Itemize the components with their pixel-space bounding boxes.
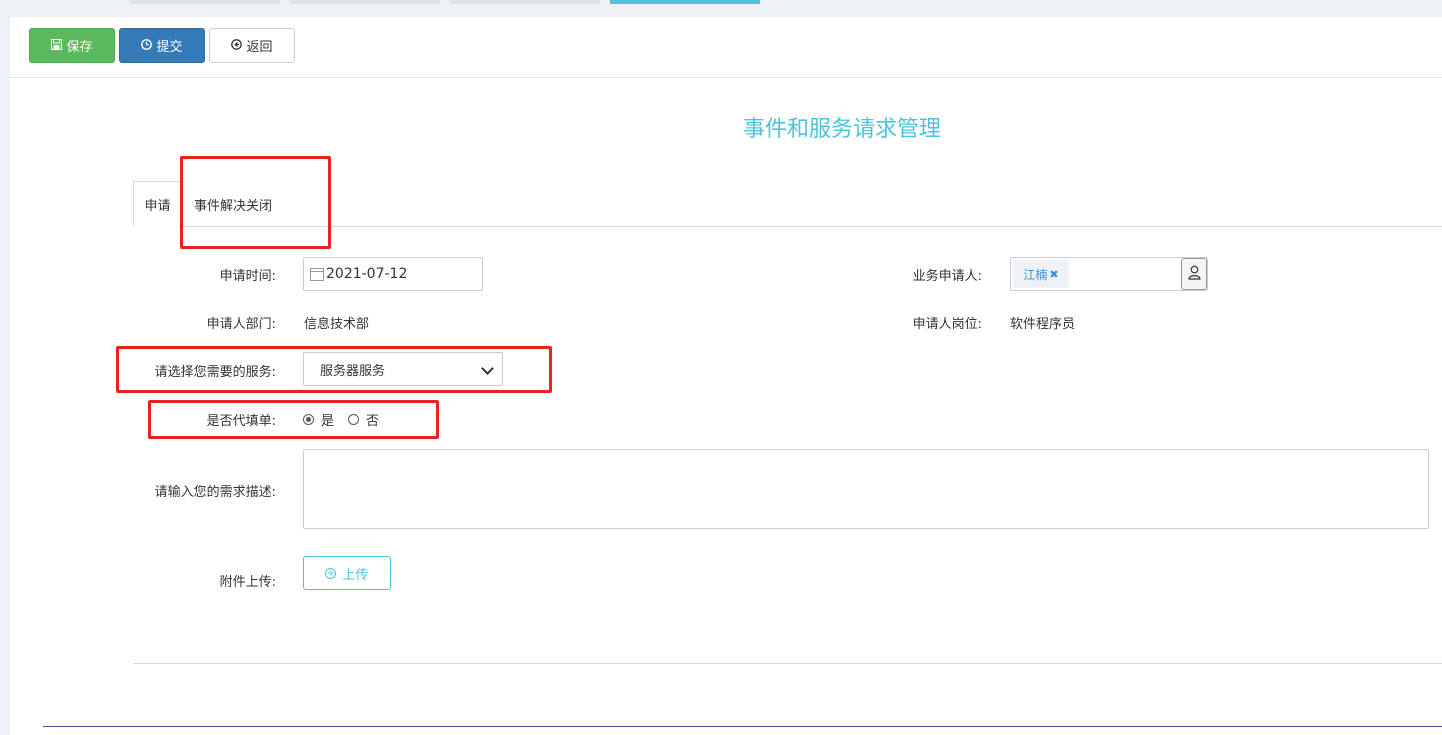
top-tab-3[interactable]	[450, 0, 600, 4]
apply-time-label: 申请时间:	[219, 269, 276, 284]
highlight-box-tab	[180, 156, 331, 249]
attach-label: 附件上传:	[219, 575, 276, 590]
apply-time-value: 2021-07-12	[326, 266, 408, 282]
applicant-label: 业务申请人:	[912, 269, 982, 284]
page-title: 事件和服务请求管理	[743, 117, 942, 142]
top-tab-2[interactable]	[290, 0, 440, 4]
back-circle-icon	[231, 38, 243, 53]
user-icon	[1187, 265, 1201, 284]
desc-label: 请输入您的需求描述:	[154, 485, 276, 500]
submit-button[interactable]: 提交	[119, 28, 205, 63]
position-label: 申请人岗位:	[912, 317, 982, 332]
dept-value: 信息技术部	[304, 317, 370, 332]
upload-button[interactable]: + 上传	[303, 556, 391, 590]
highlight-box-service	[116, 346, 552, 393]
save-button[interactable]: 保存	[29, 28, 115, 63]
upload-label: 上传	[342, 567, 369, 583]
floppy-icon	[51, 38, 63, 53]
applicant-field[interactable]: 江楠 ✖	[1010, 257, 1208, 291]
form-divider	[133, 663, 1442, 664]
apply-time-field[interactable]: 2021-07-12	[303, 257, 483, 291]
back-label: 返回	[246, 40, 273, 55]
submit-label: 提交	[156, 40, 183, 55]
top-tab-strip	[0, 0, 1442, 8]
toolbar: 保存 提交 返回	[10, 17, 1442, 78]
main-panel: 保存 提交 返回 事件和服务请求管理 申请 事件解决关闭 申请时间: 2021-…	[10, 17, 1442, 735]
tab-apply-label: 申请	[144, 198, 171, 214]
save-label: 保存	[66, 40, 93, 55]
position-value: 软件程序员	[1010, 317, 1076, 332]
back-button[interactable]: 返回	[209, 28, 295, 63]
applicant-tag-name: 江楠	[1023, 267, 1048, 282]
highlight-box-proxy	[148, 400, 439, 439]
bottom-rule	[43, 726, 1442, 727]
tab-apply[interactable]: 申请	[133, 181, 182, 227]
dept-label: 申请人部门:	[206, 317, 276, 332]
top-tab-active[interactable]	[610, 0, 760, 4]
applicant-tag: 江楠 ✖	[1013, 260, 1069, 288]
calendar-icon	[310, 267, 324, 281]
select-user-button[interactable]	[1181, 258, 1207, 290]
plus-circle-icon: +	[325, 567, 337, 579]
remove-tag-icon[interactable]: ✖	[1049, 268, 1058, 281]
top-tab-1[interactable]	[130, 0, 280, 4]
desc-textarea[interactable]	[303, 449, 1429, 529]
clock-icon	[141, 38, 153, 53]
